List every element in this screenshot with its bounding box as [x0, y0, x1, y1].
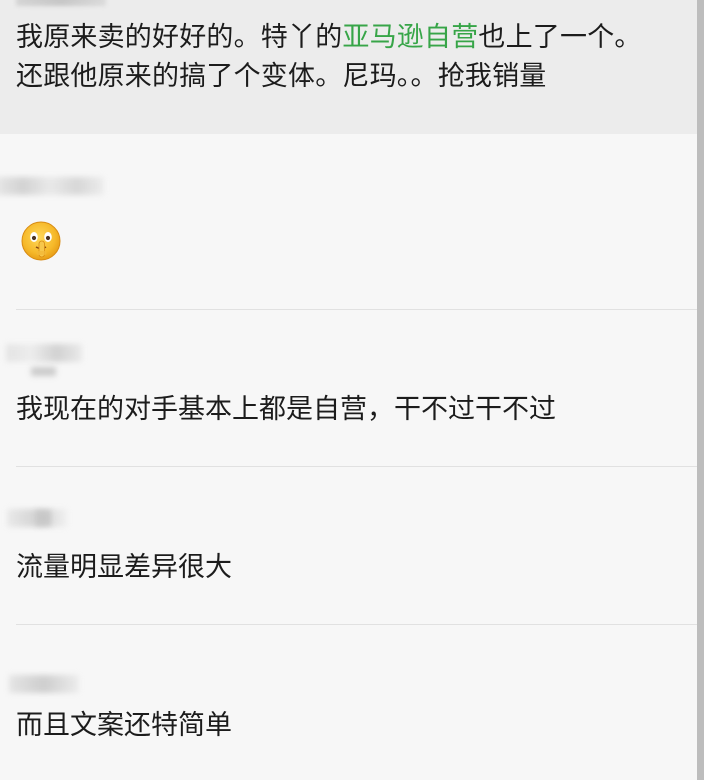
blurred-avatar-username	[0, 177, 104, 195]
quoted-line-1: 我原来卖的好好的。特丫的亚马逊自营也上了一个。	[16, 18, 681, 57]
blurred-avatar-username	[9, 675, 79, 693]
quoted-line-2: 还跟他原来的搞了个变体。尼玛。。抢我销量	[16, 61, 547, 92]
scrollbar-edge	[697, 0, 704, 780]
quoted-line-1-before: 我原来卖的好好的。特丫的	[16, 22, 343, 53]
quoted-comment-text: 我原来卖的好好的。特丫的亚马逊自营也上了一个。 还跟他原来的搞了个变体。尼玛。。…	[16, 18, 681, 96]
quoted-line-1-after: 也上了一个。	[478, 22, 642, 53]
blurred-avatar-username	[36, 510, 51, 526]
blurred-avatar-username	[6, 344, 82, 362]
comment-item: 而且文案还特简单	[0, 625, 697, 780]
comment-text: 而且文案还特简单	[16, 710, 232, 741]
comment-item	[0, 134, 697, 310]
comment-item: 流量明显差异很大	[0, 467, 697, 625]
comment-text: 流量明显差异很大	[16, 552, 232, 583]
blurred-avatar-username	[31, 367, 56, 376]
blurred-username	[16, 0, 106, 6]
comment-item: 我现在的对手基本上都是自营，干不过干不过	[0, 310, 697, 467]
comment-text: 我现在的对手基本上都是自营，干不过干不过	[16, 394, 556, 425]
comment-thread: 我原来卖的好好的。特丫的亚马逊自营也上了一个。 还跟他原来的搞了个变体。尼玛。。…	[0, 0, 697, 780]
shushing-face-emoji	[21, 221, 61, 261]
quoted-comment: 我原来卖的好好的。特丫的亚马逊自营也上了一个。 还跟他原来的搞了个变体。尼玛。。…	[0, 0, 697, 134]
product-link[interactable]: 亚马逊自营	[342, 22, 478, 53]
